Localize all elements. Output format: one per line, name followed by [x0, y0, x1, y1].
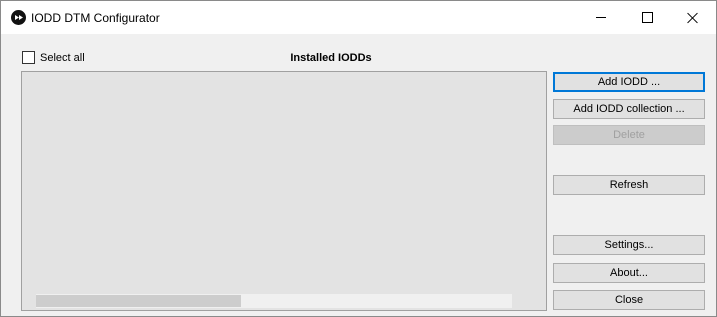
window-title: IODD DTM Configurator: [31, 11, 160, 25]
select-all-label: Select all: [40, 51, 85, 64]
iodd-dtm-configurator-window: IODD DTM Configurator Select all Install…: [0, 0, 717, 317]
close-button[interactable]: Close: [553, 290, 705, 310]
add-iodd-collection-button[interactable]: Add IODD collection ...: [553, 99, 705, 119]
refresh-button[interactable]: Refresh: [553, 175, 705, 195]
close-icon: [687, 12, 699, 24]
delete-button[interactable]: Delete: [553, 125, 705, 145]
installed-iodds-list[interactable]: [21, 71, 547, 311]
maximize-button[interactable]: [624, 1, 670, 34]
scrollbar-thumb[interactable]: [36, 295, 241, 307]
horizontal-scrollbar[interactable]: [36, 294, 512, 308]
close-window-button[interactable]: [670, 1, 716, 34]
select-all-checkbox[interactable]: Select all: [22, 51, 85, 64]
checkbox-box[interactable]: [22, 51, 35, 64]
installed-iodds-heading: Installed IODDs: [290, 52, 372, 64]
settings-button[interactable]: Settings...: [553, 235, 705, 255]
minimize-icon: [596, 17, 606, 18]
add-iodd-button[interactable]: Add IODD ...: [553, 72, 705, 92]
maximize-icon: [641, 12, 653, 23]
about-button[interactable]: About...: [553, 263, 705, 283]
title-bar[interactable]: IODD DTM Configurator: [1, 1, 716, 34]
app-logo-icon: [11, 10, 26, 25]
minimize-button[interactable]: [578, 1, 624, 34]
